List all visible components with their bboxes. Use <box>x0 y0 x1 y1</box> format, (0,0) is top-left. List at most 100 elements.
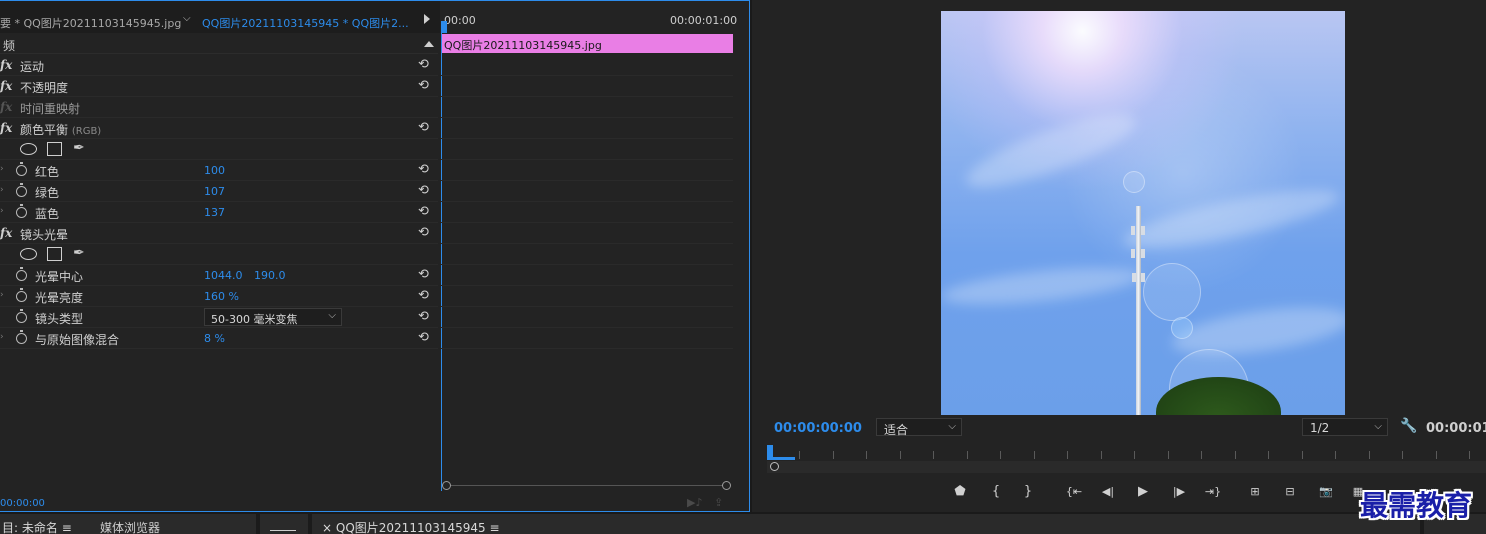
effect-row-color-balance[interactable]: fx 颜色平衡 (RGB) ⟲ <box>0 118 438 139</box>
param-row-flare-brightness: › 光晕亮度 160 % ⟲ <box>0 286 438 307</box>
collapse-triangle-icon[interactable] <box>424 41 434 47</box>
reset-icon[interactable]: ⟲ <box>418 288 429 303</box>
lift-icon[interactable]: ⊞ <box>1244 482 1266 502</box>
divider <box>441 222 733 223</box>
add-marker-icon[interactable]: ⬟ <box>949 482 971 502</box>
expand-arrow-icon[interactable]: › <box>0 290 4 300</box>
stopwatch-icon[interactable] <box>16 330 27 344</box>
divider <box>441 348 733 349</box>
expand-arrow-icon[interactable]: › <box>0 206 4 216</box>
ruler-tick <box>799 451 800 459</box>
mark-in-icon[interactable]: { <box>985 482 1007 502</box>
play-arrow-icon[interactable] <box>424 14 430 24</box>
param-row-green: › 绿色 107 ⟲ <box>0 181 438 202</box>
stopwatch-icon[interactable] <box>16 183 27 197</box>
stopwatch-icon[interactable] <box>16 162 27 176</box>
step-forward-icon[interactable]: |▶ <box>1168 482 1190 502</box>
program-time-ruler[interactable] <box>767 445 1486 475</box>
go-to-out-icon[interactable]: ⇥} <box>1202 482 1224 502</box>
param-label: 绿色 <box>35 186 60 200</box>
param-value[interactable]: 100 <box>204 164 225 177</box>
param-value[interactable]: 8 % <box>204 332 225 345</box>
master-clip-tab[interactable]: 要 * QQ图片20211103145945.jpg <box>0 15 181 31</box>
program-video-frame[interactable] <box>941 11 1345 415</box>
fx-icon[interactable]: fx <box>0 121 12 135</box>
rectangle-mask-icon[interactable] <box>47 247 62 261</box>
reset-icon[interactable]: ⟲ <box>418 120 429 135</box>
clip-bar[interactable]: QQ图片20211103145945.jpg <box>442 34 733 53</box>
reset-icon[interactable]: ⟲ <box>418 225 429 240</box>
mark-out-icon[interactable]: } <box>1017 482 1039 502</box>
pen-mask-icon[interactable]: ✒ <box>73 245 85 261</box>
zoom-scrollbar-track[interactable] <box>447 485 727 486</box>
playhead-marker[interactable] <box>441 21 447 33</box>
program-zoom-scrollbar[interactable] <box>767 461 1486 473</box>
expand-arrow-icon[interactable]: › <box>0 164 4 174</box>
tab-empty[interactable] <box>260 514 308 534</box>
ellipse-mask-icon[interactable] <box>20 248 37 260</box>
export-frame-camera-icon[interactable]: 📷 <box>1315 482 1337 502</box>
effect-row-time-remap[interactable]: fx 时间重映射 <box>0 97 438 118</box>
stopwatch-icon[interactable] <box>16 288 27 302</box>
pen-mask-icon[interactable]: ✒ <box>73 140 85 156</box>
panel-menu-icon[interactable]: ≡ <box>62 521 72 534</box>
resolution-select[interactable]: 1/2 ⌵ <box>1302 418 1388 436</box>
reset-icon[interactable]: ⟲ <box>418 57 429 72</box>
ruler-tick <box>1168 451 1169 459</box>
panel-menu-icon[interactable]: ≡ <box>490 521 500 534</box>
param-value-y[interactable]: 190.0 <box>254 269 286 282</box>
go-to-in-icon[interactable]: {⇤ <box>1063 482 1085 502</box>
effect-name-text: 颜色平衡 <box>20 123 69 137</box>
reset-icon[interactable]: ⟲ <box>418 204 429 219</box>
audio-scrub-icon[interactable]: ▶♪ <box>687 496 702 509</box>
program-playhead[interactable] <box>767 445 773 457</box>
reset-icon[interactable]: ⟲ <box>418 330 429 345</box>
stopwatch-icon[interactable] <box>16 267 27 281</box>
ellipse-mask-icon[interactable] <box>20 143 37 155</box>
tab-media-browser[interactable]: 媒体浏览器 <box>100 519 160 534</box>
ruler-tick <box>1101 451 1102 459</box>
effect-controls-timeline[interactable]: 00:00 00:00:01:00 QQ图片20211103145945.jpg… <box>441 1 749 513</box>
export-frame-icon[interactable]: ⇪ <box>714 496 723 509</box>
param-value[interactable]: 137 <box>204 206 225 219</box>
close-icon[interactable]: × <box>322 521 332 534</box>
effect-row-lens-flare[interactable]: fx 镜头光晕 ⟲ <box>0 223 438 244</box>
param-label: 光晕亮度 <box>35 291 84 305</box>
playhead-line[interactable] <box>441 21 442 491</box>
rectangle-mask-icon[interactable] <box>47 142 62 156</box>
param-value-x[interactable]: 1044.0 <box>204 269 243 282</box>
fx-icon[interactable]: fx <box>0 226 12 240</box>
stopwatch-icon[interactable] <box>16 309 27 323</box>
expand-arrow-icon[interactable]: › <box>0 332 4 342</box>
reset-icon[interactable]: ⟲ <box>418 162 429 177</box>
video-effects-section[interactable]: 频 <box>0 34 438 54</box>
reset-icon[interactable]: ⟲ <box>418 267 429 282</box>
wrench-settings-icon[interactable]: 🔧 <box>1400 418 1417 434</box>
param-value[interactable]: 107 <box>204 185 225 198</box>
param-value[interactable]: 160 % <box>204 290 239 303</box>
effect-row-opacity[interactable]: fx 不透明度 ⟲ <box>0 76 438 97</box>
play-icon[interactable]: ▶ <box>1132 482 1154 502</box>
effect-row-motion[interactable]: fx 运动 ⟲ <box>0 55 438 76</box>
fx-icon[interactable]: fx <box>0 79 12 93</box>
chevron-down-icon[interactable]: ⌵ <box>183 13 191 24</box>
reset-icon[interactable]: ⟲ <box>418 78 429 93</box>
zoom-scrollbar-handle-right[interactable] <box>722 481 731 490</box>
fx-icon[interactable]: fx <box>0 58 12 72</box>
program-zoom-scrollbar-handle[interactable] <box>770 462 779 471</box>
program-timecode[interactable]: 00:00:00:00 <box>774 421 862 436</box>
reset-icon[interactable]: ⟲ <box>418 309 429 324</box>
zoom-fit-select[interactable]: 适合 ⌵ <box>876 418 962 437</box>
ruler-tick <box>1302 451 1303 459</box>
tab-sequence[interactable]: × QQ图片20211103145945 ≡ <box>312 514 1420 534</box>
extract-icon[interactable]: ⊟ <box>1279 482 1301 502</box>
zoom-fit-value: 适合 <box>884 423 909 437</box>
step-back-icon[interactable]: ◀| <box>1097 482 1119 502</box>
reset-icon[interactable]: ⟲ <box>418 183 429 198</box>
expand-arrow-icon[interactable]: › <box>0 185 4 195</box>
effect-controls-timecode[interactable]: 00:00:00 <box>0 498 45 509</box>
lens-type-select[interactable]: 50-300 毫米变焦 ⌵ <box>204 308 342 326</box>
zoom-scrollbar-handle-left[interactable] <box>442 481 451 490</box>
clip-tab[interactable]: QQ图片20211103145945 * QQ图片2... <box>202 15 409 31</box>
stopwatch-icon[interactable] <box>16 204 27 218</box>
